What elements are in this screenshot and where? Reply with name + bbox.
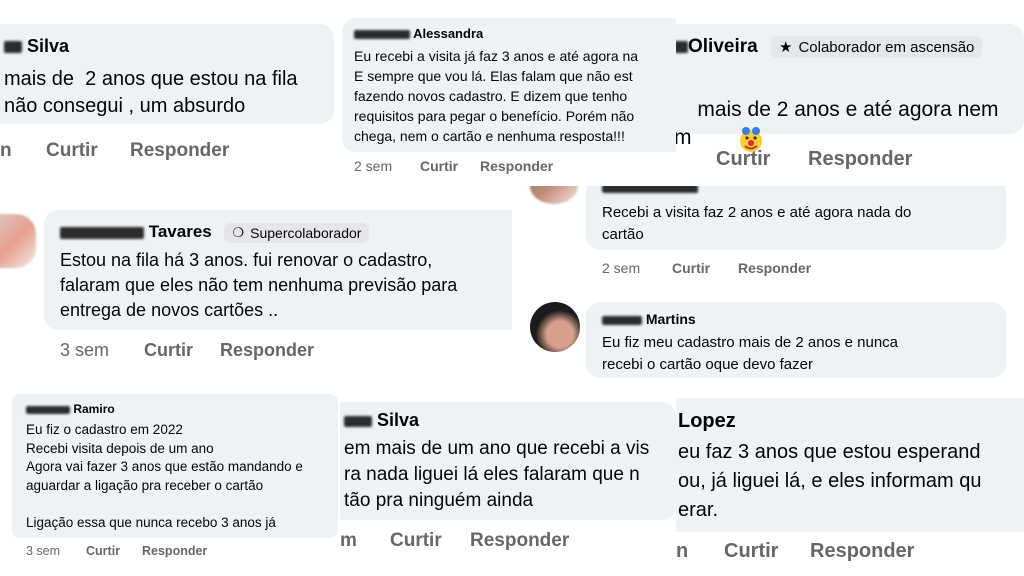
comment-card: Lopez eu faz 3 anos que estou esperand o…	[676, 392, 1024, 576]
contributor-badge: ❍ Supercolaborador	[224, 222, 370, 243]
comment-card: Oliveira ★ Colaborador em ascensão mais …	[676, 20, 1024, 186]
comment-card: Martins Eu fiz meu cadastro mais de 2 an…	[512, 288, 1024, 388]
comment-actions: 2 sem Curtir Responder	[354, 158, 553, 174]
comment-actions: n Curtir Responder	[676, 540, 914, 563]
comment-time: 2 sem	[354, 158, 393, 174]
comment-card: Silva mais de 2 anos que estou na fila n…	[0, 20, 338, 178]
comment-card: Ramiro Eu fiz o cadastro em 2022 Recebi …	[0, 392, 340, 576]
comment-text: em mais de um ano que recebi a vis ra na…	[344, 438, 650, 511]
reply-button[interactable]: Responder	[470, 530, 569, 552]
action-fragment: n	[676, 540, 689, 562]
comment-author[interactable]: Silva	[4, 36, 69, 57]
comment-time: 3 sem	[26, 544, 61, 558]
comment-actions: 3 sem Curtir Responder	[26, 544, 207, 558]
comment-card: Silva em mais de um ano que recebi a vis…	[340, 392, 676, 576]
like-button[interactable]: Curtir	[420, 158, 458, 174]
reply-button[interactable]: Responder	[480, 158, 553, 174]
like-button[interactable]: Curtir	[724, 540, 778, 563]
star-icon: ★	[779, 39, 793, 56]
like-button[interactable]: Curtir	[716, 148, 770, 171]
comment-text: Eu fiz meu cadastro mais de 2 anos e nun…	[602, 334, 899, 373]
like-button[interactable]: Curtir	[46, 140, 98, 162]
comment-author[interactable]	[602, 186, 698, 195]
comment-text: Eu fiz o cadastro em 2022 Recebi visita …	[26, 422, 303, 530]
comment-text: mais de 2 anos que estou na fila não con…	[4, 68, 298, 117]
comment-time: 3 sem	[60, 340, 110, 360]
comment-author[interactable]: Oliveira ★ Colaborador em ascensão	[676, 36, 983, 58]
avatar[interactable]	[530, 186, 578, 204]
reply-button[interactable]: Responder	[220, 340, 314, 361]
action-fragment: m	[340, 530, 357, 551]
like-button[interactable]: Curtir	[144, 340, 193, 361]
comment-card: Tavares ❍ Supercolaborador Estou na fila…	[0, 200, 512, 378]
comment-text: Estou na fila há 3 anos. fui renovar o c…	[60, 250, 458, 320]
reply-button[interactable]: Responder	[810, 540, 914, 563]
comment-actions: Curtir Responder	[716, 148, 912, 171]
comment-actions: m Curtir Responder	[340, 530, 569, 552]
avatar[interactable]	[0, 214, 36, 268]
comment-text: eu faz 3 anos que estou esperand ou, já …	[678, 441, 982, 521]
reply-button[interactable]: Responder	[808, 148, 912, 171]
reply-button[interactable]: Responder	[142, 544, 207, 558]
comment-card: Recebi a visita faz 2 anos e até agora n…	[512, 186, 1024, 288]
comment-actions: 2 sem Curtir Responder	[602, 260, 811, 276]
comment-text: Recebi a visita faz 2 anos e até agora n…	[602, 204, 912, 243]
like-button[interactable]: Curtir	[390, 530, 442, 552]
comment-author[interactable]: Lopez	[678, 410, 736, 433]
comment-card: Alessandra Eu recebi a visita já faz 3 a…	[338, 18, 676, 186]
clown-emoji	[702, 98, 765, 186]
like-button[interactable]: Curtir	[86, 544, 120, 558]
comment-actions: n Curtir Responder	[0, 140, 229, 162]
action-fragment: n	[0, 140, 12, 161]
comment-author[interactable]: Ramiro	[26, 402, 115, 416]
comment-text: Eu recebi a visita já faz 3 anos e até a…	[354, 48, 639, 144]
reply-button[interactable]: Responder	[130, 140, 229, 162]
comment-time: 2 sem	[602, 260, 641, 276]
reply-button[interactable]: Responder	[738, 260, 811, 276]
comment-author[interactable]: Martins	[602, 311, 696, 327]
contributor-badge: ★ Colaborador em ascensão	[771, 36, 983, 58]
comment-actions: 3 sem Curtir Responder	[60, 340, 314, 361]
comment-author[interactable]: Silva	[344, 410, 419, 431]
award-icon: ❍	[232, 224, 245, 240]
comment-author[interactable]: Alessandra	[354, 26, 483, 41]
comment-author[interactable]: Tavares ❍ Supercolaborador	[60, 222, 370, 243]
like-button[interactable]: Curtir	[672, 260, 710, 276]
avatar[interactable]	[530, 302, 580, 352]
